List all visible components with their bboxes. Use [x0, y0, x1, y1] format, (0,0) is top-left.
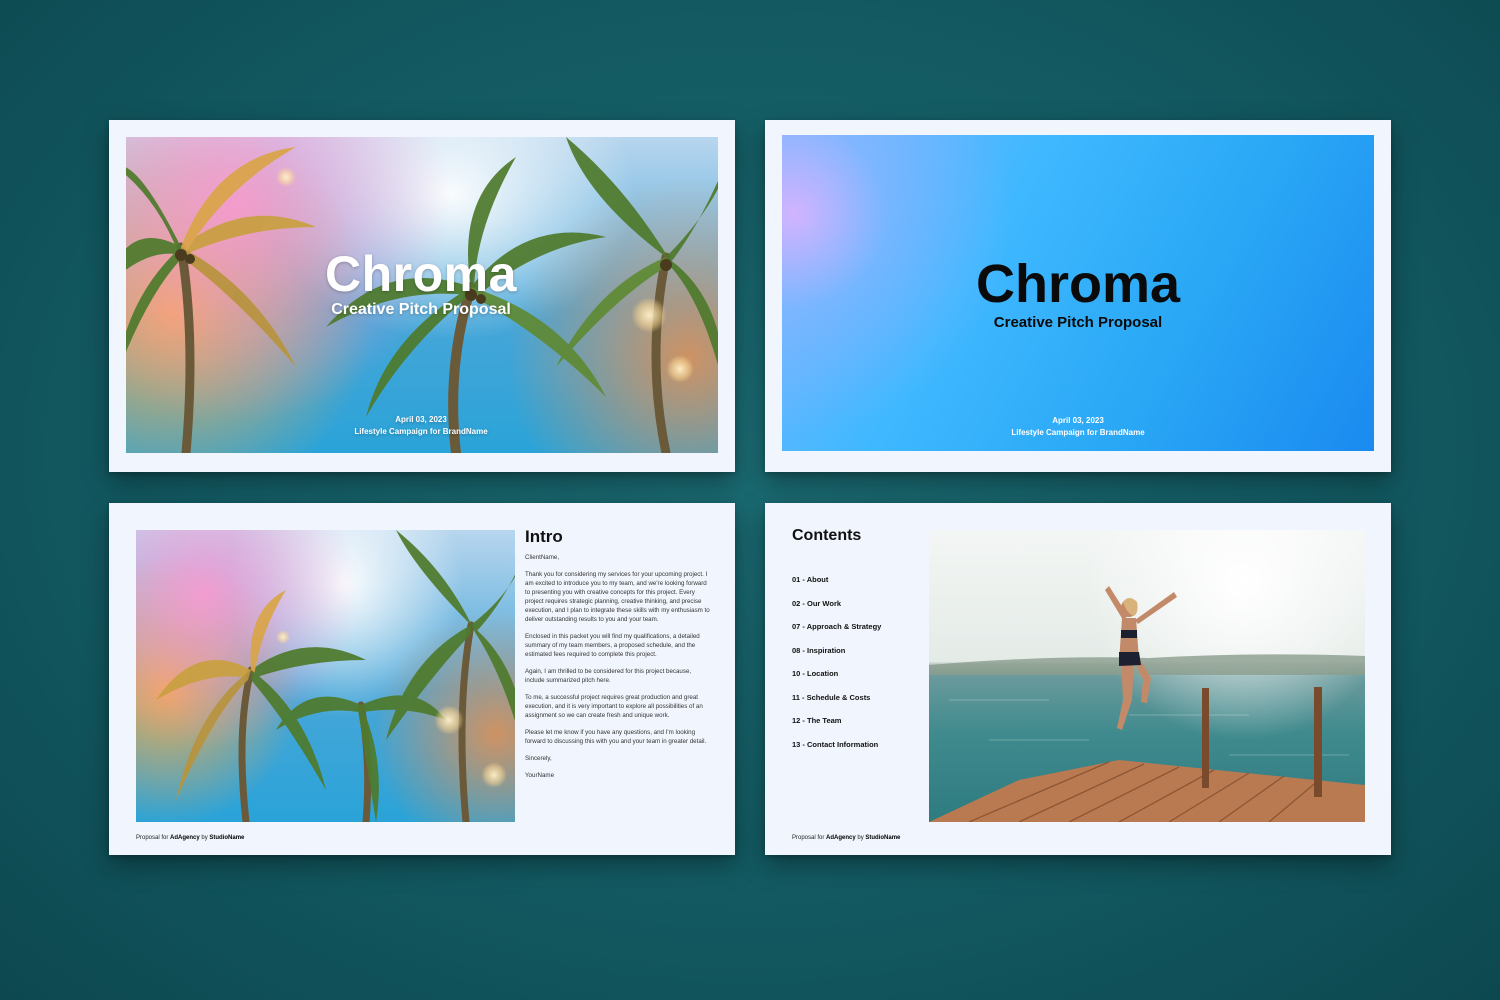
light-flare [666, 355, 694, 383]
intro-paragraph: To me, a successful project requires gre… [525, 694, 703, 719]
intro-paragraph: Enclosed in this packet you will find my… [525, 633, 700, 658]
intro-paragraph: Sincerely, [525, 755, 552, 762]
footer-studio: StudioName [865, 835, 901, 841]
contents-title: Contents [792, 527, 862, 544]
cover-date: April 03, 2023 [395, 415, 447, 424]
intro-paragraph: Thank you for considering my services fo… [525, 571, 710, 623]
footer-by: by [199, 835, 210, 841]
slide-cover-gradient[interactable]: Chroma Creative Pitch Proposal April 03,… [765, 120, 1391, 472]
contents-item[interactable]: 11 - Schedule & Costs [792, 693, 881, 717]
intro-title: Intro [525, 527, 563, 546]
cover-campaign: Lifestyle Campaign for BrandName [354, 427, 488, 436]
light-flare [481, 762, 507, 788]
palm-tree-illustration [156, 530, 515, 822]
intro-paragraph: ClientName, [525, 554, 560, 561]
lake-jump-photo [929, 530, 1365, 822]
slide-footer: Proposal for AdAgency by StudioName [792, 835, 900, 841]
footer-prefix: Proposal for [792, 835, 827, 841]
footer-studio: StudioName [209, 835, 245, 841]
contents-item[interactable]: 01 - About [792, 575, 881, 599]
slide-intro[interactable]: Intro ClientName, Thank you for consider… [109, 503, 735, 855]
cover-subtitle: Creative Pitch Proposal [331, 301, 511, 318]
intro-paragraph: Please let me know if you have any quest… [525, 729, 707, 745]
slide-footer: Proposal for AdAgency by StudioName [136, 835, 244, 841]
cover-date: April 03, 2023 [1052, 416, 1104, 425]
cover-campaign: Lifestyle Campaign for BrandName [1011, 428, 1145, 437]
contents-item[interactable]: 12 - The Team [792, 716, 881, 740]
cover-title: Chroma [975, 254, 1181, 314]
light-flare [434, 705, 464, 735]
contents-item[interactable]: 10 - Location [792, 669, 881, 693]
intro-paragraph: Again, I am thrilled to be considered fo… [525, 668, 692, 684]
footer-agency: AdAgency [170, 835, 200, 841]
cover-subtitle: Creative Pitch Proposal [993, 314, 1163, 331]
intro-paragraph: YourName [525, 772, 555, 779]
footer-agency: AdAgency [826, 835, 856, 841]
intro-letter: ClientName, Thank you for considering my… [525, 553, 711, 788]
light-flare [276, 630, 290, 644]
slide-cover-photo[interactable]: Chroma Creative Pitch Proposal April 03,… [109, 120, 735, 472]
cover-title: Chroma [325, 246, 517, 302]
contents-item[interactable]: 08 - Inspiration [792, 646, 881, 670]
slide-contents[interactable]: Contents 01 - About 02 - Our Work 07 - A… [765, 503, 1391, 855]
contents-list: 01 - About 02 - Our Work 07 - Approach &… [792, 575, 881, 763]
contents-item[interactable]: 07 - Approach & Strategy [792, 622, 881, 646]
lake-dock-illustration [929, 586, 1365, 822]
footer-prefix: Proposal for [136, 835, 171, 841]
contents-item[interactable]: 13 - Contact Information [792, 740, 881, 764]
light-flare [276, 167, 296, 187]
contents-item[interactable]: 02 - Our Work [792, 599, 881, 623]
footer-by: by [855, 835, 866, 841]
palm-tree-photo [136, 530, 515, 822]
